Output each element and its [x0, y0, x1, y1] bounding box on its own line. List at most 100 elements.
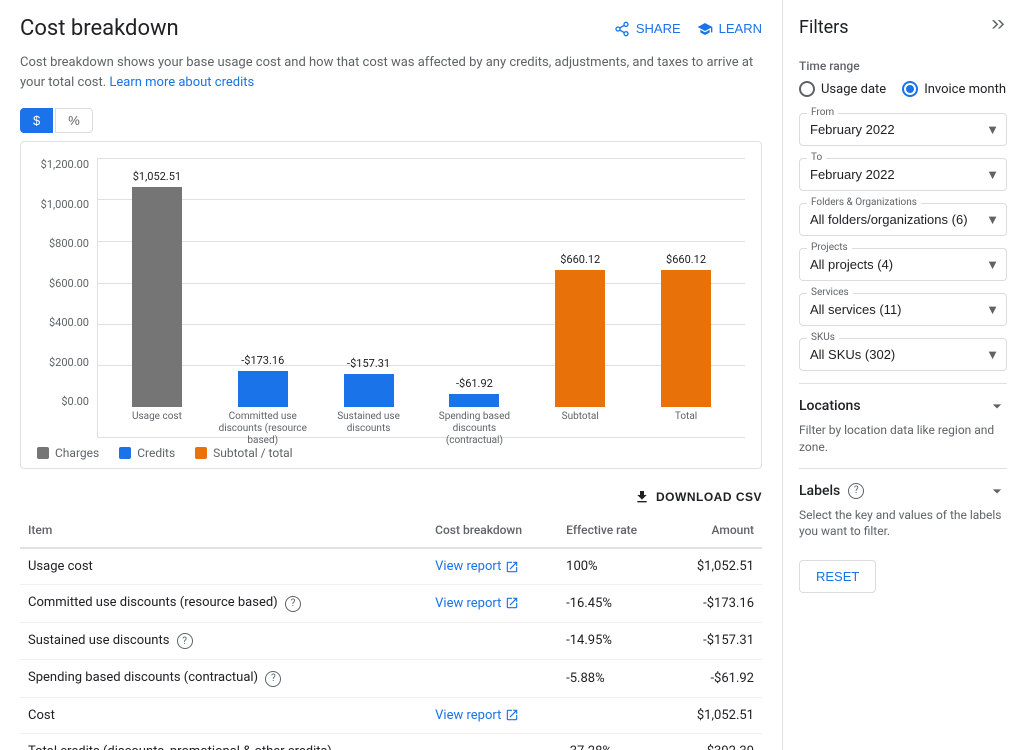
invoice-month-radio[interactable]: Invoice month [902, 81, 1006, 97]
bar-spending [449, 394, 499, 407]
time-range-radio-group: Usage date Invoice month [799, 81, 1007, 97]
share-icon [614, 21, 630, 37]
filters-sidebar: Filters Time range Usage date Invoice mo… [783, 0, 1023, 750]
sidebar-header: Filters [799, 16, 1007, 39]
row-item: Cost [20, 697, 427, 733]
row-item: Total credits (discounts, promotional & … [20, 733, 427, 750]
row-effective-rate: -5.88% [558, 660, 669, 698]
x-label-usage: Usage cost [106, 407, 208, 423]
legend-credits: Credits [119, 446, 175, 460]
bar-total [661, 270, 711, 407]
download-csv-button[interactable]: DOWNLOAD CSV [634, 489, 762, 505]
bar-group-sustained: -$157.31 [318, 357, 420, 407]
to-dropdown-wrapper: To February 2022 ▼ [799, 158, 1007, 191]
legend-subtotal: Subtotal / total [195, 446, 292, 460]
cost-table: Item Cost breakdown Effective rate Amoun… [20, 513, 762, 750]
external-link-icon [505, 596, 519, 610]
help-icon[interactable]: ? [285, 596, 301, 612]
download-bar: DOWNLOAD CSV [20, 489, 762, 505]
row-effective-rate: 100% [558, 548, 669, 585]
header-actions: SHARE LEARN [614, 21, 762, 37]
collapse-filters-button[interactable] [987, 16, 1007, 39]
time-range-section: Time range Usage date Invoice month [799, 59, 1007, 97]
labels-help-icon[interactable]: ? [848, 483, 864, 499]
external-link-icon [505, 560, 519, 574]
row-amount: -$61.92 [669, 660, 762, 698]
row-cost-breakdown: View report [427, 548, 558, 585]
legend-charges: Charges [37, 446, 99, 460]
table-row: Committed use discounts (resource based)… [20, 585, 762, 623]
row-cost-breakdown: View report [427, 697, 558, 733]
row-item: Committed use discounts (resource based)… [20, 585, 427, 623]
chevron-down-icon [987, 481, 1007, 501]
share-button[interactable]: SHARE [614, 21, 681, 37]
view-report-link[interactable]: View report [435, 596, 550, 611]
table-header-row: Item Cost breakdown Effective rate Amoun… [20, 513, 762, 548]
row-cost-breakdown [427, 660, 558, 698]
col-cost-breakdown: Cost breakdown [427, 513, 558, 548]
row-amount: -$157.31 [669, 622, 762, 660]
bar-usage [132, 187, 182, 407]
filters-title: Filters [799, 17, 849, 38]
row-item: Spending based discounts (contractual) ? [20, 660, 427, 698]
row-cost-breakdown [427, 733, 558, 750]
percent-toggle[interactable]: % [55, 108, 93, 133]
projects-dropdown-wrapper: Projects All projects (4) ▼ [799, 248, 1007, 281]
help-icon[interactable]: ? [177, 633, 193, 649]
reset-button[interactable]: RESET [799, 560, 876, 593]
collapse-icon [987, 16, 1007, 36]
legend-credits-dot [119, 447, 131, 459]
table-row: Spending based discounts (contractual) ?… [20, 660, 762, 698]
page-header: Cost breakdown SHARE LEARN [20, 16, 762, 41]
labels-header[interactable]: Labels ? [799, 481, 1007, 501]
to-select[interactable]: February 2022 [799, 158, 1007, 191]
bar-group-spending: -$61.92 [423, 377, 525, 407]
chart-plot: $1,052.51 -$173.16 -$157.31 [97, 158, 745, 438]
dollar-toggle[interactable]: $ [20, 108, 53, 133]
table-row: Cost View report $1,052.51 [20, 697, 762, 733]
row-effective-rate [558, 697, 669, 733]
main-content: Cost breakdown SHARE LEARN Cost breakdow… [0, 0, 783, 750]
locations-header[interactable]: Locations [799, 396, 1007, 416]
services-label: Services [807, 287, 853, 298]
legend-charges-dot [37, 447, 49, 459]
from-label: From [807, 107, 838, 118]
x-labels: Usage cost Committed use discounts (reso… [98, 407, 745, 437]
bar-group-committed: -$173.16 [212, 354, 314, 407]
x-label-total: Total [635, 407, 737, 423]
chevron-down-icon [987, 396, 1007, 416]
table-row: Sustained use discounts ? -14.95% -$157.… [20, 622, 762, 660]
bar-label-usage: $1,052.51 [133, 170, 181, 183]
external-link-icon [505, 708, 519, 722]
view-report-link[interactable]: View report [435, 559, 550, 574]
table-row: Total credits (discounts, promotional & … [20, 733, 762, 750]
locations-description: Filter by location data like region and … [799, 422, 1007, 456]
col-effective-rate: Effective rate [558, 513, 669, 548]
skus-dropdown-wrapper: SKUs All SKUs (302) ▼ [799, 338, 1007, 371]
usage-date-radio[interactable]: Usage date [799, 81, 886, 97]
bar-group-total: $660.12 [635, 253, 737, 407]
services-dropdown-wrapper: Services All services (11) ▼ [799, 293, 1007, 326]
labels-title: Labels [799, 483, 840, 499]
chart-toolbar: $ % [20, 108, 762, 133]
help-icon[interactable]: ? [265, 671, 281, 687]
bar-label-committed: -$173.16 [241, 354, 284, 367]
chart-area: $1,200.00 $1,000.00 $800.00 $600.00 $400… [37, 158, 745, 438]
to-label: To [807, 152, 826, 163]
row-effective-rate: -16.45% [558, 585, 669, 623]
row-effective-rate: -14.95% [558, 622, 669, 660]
description: Cost breakdown shows your base usage cos… [20, 53, 762, 92]
folders-dropdown-wrapper: Folders & Organizations All folders/orga… [799, 203, 1007, 236]
learn-button[interactable]: LEARN [697, 21, 762, 37]
learn-icon [697, 21, 713, 37]
folders-label: Folders & Organizations [807, 197, 921, 208]
projects-label: Projects [807, 242, 852, 253]
page-title: Cost breakdown [20, 16, 179, 41]
chart-legend: Charges Credits Subtotal / total [37, 446, 745, 460]
download-icon [634, 489, 650, 505]
x-label-spending: Spending based discounts (contractual) [423, 407, 525, 447]
view-report-link[interactable]: View report [435, 708, 550, 723]
learn-more-link[interactable]: Learn more about credits [109, 75, 254, 90]
x-label-committed: Committed use discounts (resource based) [212, 407, 314, 447]
bar-label-subtotal: $660.12 [560, 253, 600, 266]
